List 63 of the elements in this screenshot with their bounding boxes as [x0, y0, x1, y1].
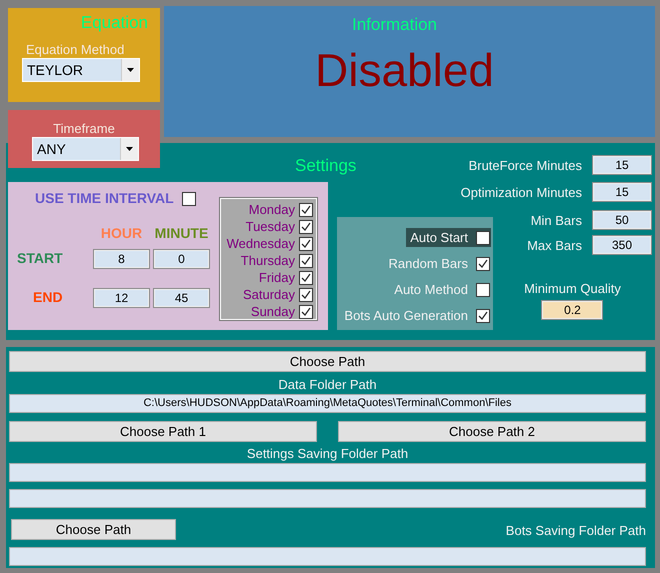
hour-field[interactable]: 12: [93, 288, 150, 308]
checkbox[interactable]: [299, 288, 313, 302]
status-text: Disabled: [315, 44, 494, 96]
column-header: MINUTE: [154, 224, 210, 243]
day-label: Thursday: [240, 252, 295, 268]
option-label: Random Bars: [388, 255, 468, 273]
field-label: Optimization Minutes: [460, 184, 582, 202]
minute-field[interactable]: 0: [153, 248, 210, 268]
hour-field[interactable]: 8: [93, 248, 150, 268]
column-header: HOUR: [100, 224, 144, 243]
day-label: Saturday: [242, 286, 295, 302]
day-label: Friday: [258, 270, 295, 286]
choose-path-button[interactable]: Choose Path: [9, 351, 646, 372]
option-label: Auto Start: [410, 229, 468, 247]
field-label: BruteForce Minutes: [468, 156, 582, 174]
dropdown[interactable]: TEYLOR: [22, 58, 140, 82]
row-label: START: [17, 249, 63, 268]
caret-icon: [127, 68, 134, 72]
checkbox[interactable]: [299, 254, 313, 268]
checkbox[interactable]: [299, 220, 313, 234]
field-label: Equation Method: [25, 41, 126, 58]
minute-field[interactable]: 45: [153, 288, 210, 308]
day-label: Tuesday: [246, 218, 295, 234]
checkbox[interactable]: [299, 236, 313, 250]
checkbox[interactable]: [476, 308, 490, 322]
number-field[interactable]: 50: [592, 210, 652, 230]
path-field[interactable]: C:\Users\HUDSON\AppData\Roaming\MetaQuotes\Terminal\Common\Files: [9, 394, 646, 413]
field-label: Max Bars: [527, 236, 582, 254]
field-label: Min Bars: [530, 212, 582, 230]
path-field[interactable]: [9, 547, 646, 566]
number-field[interactable]: 15: [592, 182, 652, 202]
choose-path-button[interactable]: Choose Path: [11, 519, 176, 540]
dropdown[interactable]: ANY: [32, 137, 139, 161]
panel-title: Settings: [295, 155, 356, 177]
path-field[interactable]: [9, 489, 646, 508]
checkbox[interactable]: [299, 270, 313, 284]
option-label: Auto Method: [394, 281, 468, 299]
option-label: Bots Auto Generation: [344, 307, 468, 325]
field-label: Bots Saving Folder Path: [506, 522, 646, 540]
checkbox[interactable]: [182, 192, 196, 206]
caret-icon: [126, 147, 133, 151]
field-label: Data Folder Path: [277, 376, 378, 394]
path-field[interactable]: [9, 463, 646, 482]
quality-field[interactable]: 0.2: [541, 300, 604, 320]
interval-label: USE TIME INTERVAL: [35, 189, 174, 208]
checkbox[interactable]: [476, 256, 490, 270]
checkbox[interactable]: [476, 230, 490, 244]
number-field[interactable]: 350: [592, 235, 652, 255]
day-label: Monday: [248, 202, 295, 218]
number-field[interactable]: 15: [592, 155, 652, 175]
field-label: Timeframe: [52, 120, 116, 137]
checkbox[interactable]: [299, 202, 313, 216]
day-label: Sunday: [250, 304, 295, 320]
field-label: Minimum Quality: [524, 280, 621, 298]
choose-path-button[interactable]: Choose Path 2: [338, 421, 646, 442]
checkbox[interactable]: [476, 282, 490, 296]
panel-title: Information: [352, 14, 438, 36]
row-label: END: [33, 288, 63, 307]
panel-title: Equation: [80, 12, 149, 34]
checkbox[interactable]: [299, 304, 313, 318]
choose-path-button[interactable]: Choose Path 1: [9, 421, 317, 442]
day-label: Wednesday: [226, 236, 295, 252]
field-label: Settings Saving Folder Path: [246, 445, 410, 463]
